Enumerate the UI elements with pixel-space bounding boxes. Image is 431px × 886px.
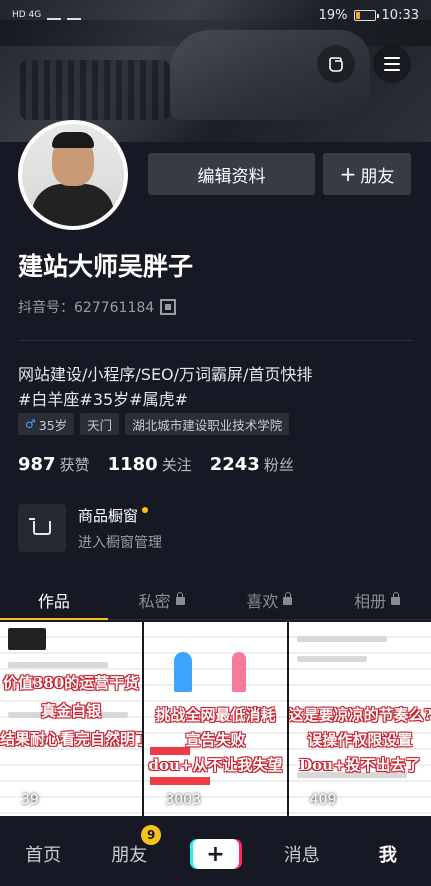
nav-home[interactable]: 首页 bbox=[0, 841, 86, 867]
hand-gesture-icon[interactable] bbox=[317, 45, 355, 83]
create-plus-icon[interactable]: + bbox=[192, 839, 239, 869]
city-tag: 天门 bbox=[80, 413, 120, 435]
lock-icon bbox=[283, 592, 293, 605]
douyin-id[interactable]: 抖音号：627761184 bbox=[18, 297, 177, 317]
friends-badge: 9 bbox=[141, 825, 162, 845]
play-icon bbox=[294, 794, 307, 806]
avatar[interactable] bbox=[18, 120, 128, 230]
content-tabs: 作品 私密 喜欢 相册 bbox=[0, 580, 431, 620]
video-grid: 价值380的运营干货 真金白银 结果耐心看完自然明了 39 挑战全网最低消耗 宣… bbox=[0, 622, 431, 816]
play-icon bbox=[6, 794, 18, 806]
add-friend-button[interactable]: + 朋友 bbox=[323, 153, 411, 195]
bio: 网站建设/小程序/SEO/万词霸屏/首页快排 #白羊座#35岁#属虎# bbox=[18, 365, 313, 409]
shop-title: 商品橱窗 bbox=[78, 506, 139, 525]
tab-works[interactable]: 作品 bbox=[0, 580, 108, 620]
shop-window-entry[interactable]: 商品橱窗 进入橱窗管理 bbox=[18, 500, 413, 556]
notification-dot bbox=[142, 507, 149, 513]
shopping-cart-icon bbox=[18, 504, 66, 552]
play-count: 39 bbox=[6, 792, 39, 808]
profile-tags: ♂ 35岁 天门 湖北城市建设职业技术学院 bbox=[18, 413, 290, 435]
age-tag: ♂ 35岁 bbox=[18, 413, 75, 435]
battery-icon bbox=[353, 9, 379, 21]
nav-messages[interactable]: 消息 bbox=[259, 841, 345, 867]
fans-stat[interactable]: 2243 粉丝 bbox=[210, 454, 294, 475]
video-thumbnail[interactable]: 价值380的运营干货 真金白银 结果耐心看完自然明了 39 bbox=[0, 622, 143, 816]
battery-percent: 19% bbox=[318, 7, 348, 23]
divider bbox=[18, 340, 413, 341]
male-icon: ♂ bbox=[25, 417, 36, 431]
nav-me[interactable]: 我 bbox=[345, 841, 431, 867]
profile-stats: 987 获赞 1180 关注 2243 粉丝 bbox=[18, 454, 294, 475]
tab-likes[interactable]: 喜欢 bbox=[216, 580, 324, 619]
play-icon bbox=[150, 794, 163, 806]
clock: 10:33 bbox=[381, 7, 419, 23]
network-indicator: HD 4G bbox=[12, 10, 82, 20]
shop-subtitle: 进入橱窗管理 bbox=[78, 534, 162, 551]
likes-stat[interactable]: 987 获赞 bbox=[18, 454, 90, 475]
qr-code-icon[interactable] bbox=[160, 299, 177, 315]
plus-icon: + bbox=[339, 162, 357, 186]
bottom-nav: 首页 朋友 9 + 消息 我 bbox=[0, 822, 431, 886]
wifi-icon bbox=[67, 10, 82, 20]
tab-album[interactable]: 相册 bbox=[323, 580, 431, 619]
nickname: 建站大师吴胖子 bbox=[18, 252, 194, 281]
following-stat[interactable]: 1180 关注 bbox=[108, 454, 192, 475]
play-count: 3003 bbox=[150, 792, 201, 808]
lock-icon bbox=[391, 592, 401, 605]
nav-create[interactable]: + bbox=[172, 839, 258, 869]
nav-friends[interactable]: 朋友 9 bbox=[86, 825, 172, 867]
tab-private[interactable]: 私密 bbox=[108, 580, 216, 619]
play-count: 409 bbox=[294, 792, 336, 808]
status-bar: HD 4G 19% 10:33 bbox=[0, 0, 431, 30]
school-tag: 湖北城市建设职业技术学院 bbox=[125, 413, 290, 435]
signal-icon bbox=[47, 10, 62, 20]
menu-icon[interactable] bbox=[373, 45, 411, 83]
edit-profile-button[interactable]: 编辑资料 bbox=[148, 153, 315, 195]
video-thumbnail[interactable]: 这是要凉凉的节奏么? 误操作权限设置 Dou+投不出去了 409 bbox=[288, 622, 431, 816]
lock-icon bbox=[175, 592, 185, 605]
video-thumbnail[interactable]: 挑战全网最低消耗 宣告失败 dou+从不让我失望 3003 bbox=[144, 622, 287, 816]
